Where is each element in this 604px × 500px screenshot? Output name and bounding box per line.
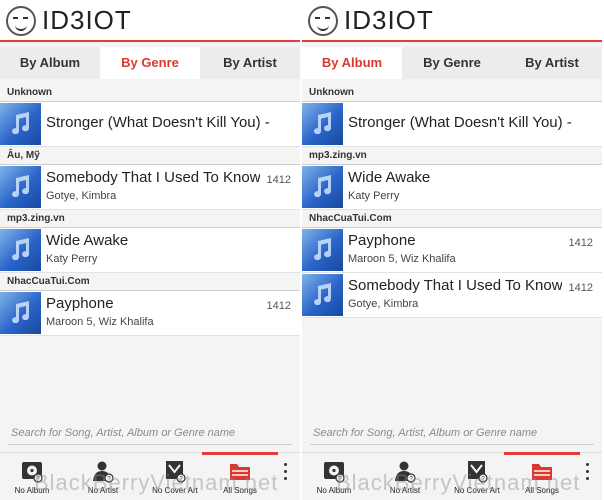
section-header: mp3.zing.vn (302, 147, 602, 165)
song-list: Unknown Stronger (What Doesn't Kill You) … (0, 84, 300, 336)
song-title: Stronger (What Doesn't Kill You) - (46, 114, 270, 131)
tab-by-genre[interactable]: By Genre (100, 47, 200, 79)
watermark: BlackBerryVietnam.net (34, 470, 279, 495)
list-item[interactable]: Somebody That I Used To Know Gotye, Kimbr… (302, 273, 602, 318)
search-underline (8, 444, 292, 445)
tab-by-album[interactable]: By Album (0, 47, 100, 79)
list-item[interactable]: Payphone Maroon 5, Wiz Khalifa 1412 (302, 228, 602, 273)
search-placeholder: Search for Song, Artist, Album or Genre … (313, 427, 538, 439)
overflow-menu-icon[interactable] (586, 463, 590, 484)
search-underline (310, 444, 594, 445)
tab-by-artist[interactable]: By Artist (502, 47, 602, 79)
logo-mouth (317, 24, 329, 31)
logo-mouth (15, 24, 27, 31)
music-note-icon (302, 166, 343, 208)
search-placeholder: Search for Song, Artist, Album or Genre … (11, 427, 236, 439)
section-header: Unknown (302, 84, 602, 102)
song-artist: Gotye, Kimbra (348, 298, 419, 310)
list-item[interactable]: Stronger (What Doesn't Kill You) - (302, 102, 602, 147)
view-tabs: By Album By Genre By Artist (0, 47, 300, 79)
song-title: Stronger (What Doesn't Kill You) - (348, 114, 572, 131)
app-header: ID3IOT (302, 0, 602, 42)
screen-genre-view: ID3IOT By Album By Genre By Artist Unknown St… (0, 0, 300, 500)
song-title: Wide Awake (46, 232, 129, 249)
app-header: ID3IOT (0, 0, 300, 42)
list-item[interactable]: Wide Awake Katy Perry (0, 228, 300, 273)
app-title: ID3IOT (42, 5, 132, 35)
song-number: 1412 (568, 237, 593, 249)
screen-album-view: ID3IOT By Album By Genre By Artist Unknown St… (302, 0, 602, 500)
song-number: 1412 (266, 174, 291, 186)
music-note-icon (0, 229, 41, 271)
tab-by-album[interactable]: By Album (302, 47, 402, 79)
song-artist: Katy Perry (46, 253, 98, 265)
list-item[interactable]: Stronger (What Doesn't Kill You) - (0, 102, 300, 147)
list-item[interactable]: Payphone Maroon 5, Wiz Khalifa 1412 (0, 291, 300, 336)
search-field[interactable]: Search for Song, Artist, Album or Genre … (302, 422, 602, 448)
music-note-icon (302, 103, 343, 145)
tab-by-artist[interactable]: By Artist (200, 47, 300, 79)
section-header: NhacCuaTui.Com (0, 273, 300, 291)
app-title: ID3IOT (344, 5, 434, 35)
song-number: 1412 (568, 282, 593, 294)
app-logo-icon (308, 6, 338, 36)
music-note-icon (0, 166, 41, 208)
section-header: NhacCuaTui.Com (302, 210, 602, 228)
song-list: Unknown Stronger (What Doesn't Kill You) … (302, 84, 602, 318)
section-header: Unknown (0, 84, 300, 102)
overflow-menu-icon[interactable] (284, 463, 288, 484)
song-artist: Gotye, Kimbra (46, 190, 117, 202)
section-header: mp3.zing.vn (0, 210, 300, 228)
list-item[interactable]: Somebody That I Used To Know Gotye, Kimbr… (0, 165, 300, 210)
song-number: 1412 (266, 300, 291, 312)
song-title: Payphone (348, 232, 416, 249)
view-tabs: By Album By Genre By Artist (302, 47, 602, 79)
song-artist: Maroon 5, Wiz Khalifa (46, 316, 154, 328)
music-note-icon (0, 103, 41, 145)
song-artist: Katy Perry (348, 190, 400, 202)
song-title: Payphone (46, 295, 114, 312)
song-title: Wide Awake (348, 169, 431, 186)
app-logo-icon (6, 6, 36, 36)
song-title: Somebody That I Used To Know (348, 277, 562, 294)
watermark: BlackBerryVietnam.net (336, 470, 581, 495)
tab-by-genre[interactable]: By Genre (402, 47, 502, 79)
song-title: Somebody That I Used To Know (46, 169, 260, 186)
search-field[interactable]: Search for Song, Artist, Album or Genre … (0, 422, 300, 448)
section-header: Âu, Mỹ (0, 147, 300, 165)
music-note-icon (302, 229, 343, 271)
music-note-icon (302, 274, 343, 316)
music-note-icon (0, 292, 41, 334)
list-item[interactable]: Wide Awake Katy Perry (302, 165, 602, 210)
song-artist: Maroon 5, Wiz Khalifa (348, 253, 456, 265)
